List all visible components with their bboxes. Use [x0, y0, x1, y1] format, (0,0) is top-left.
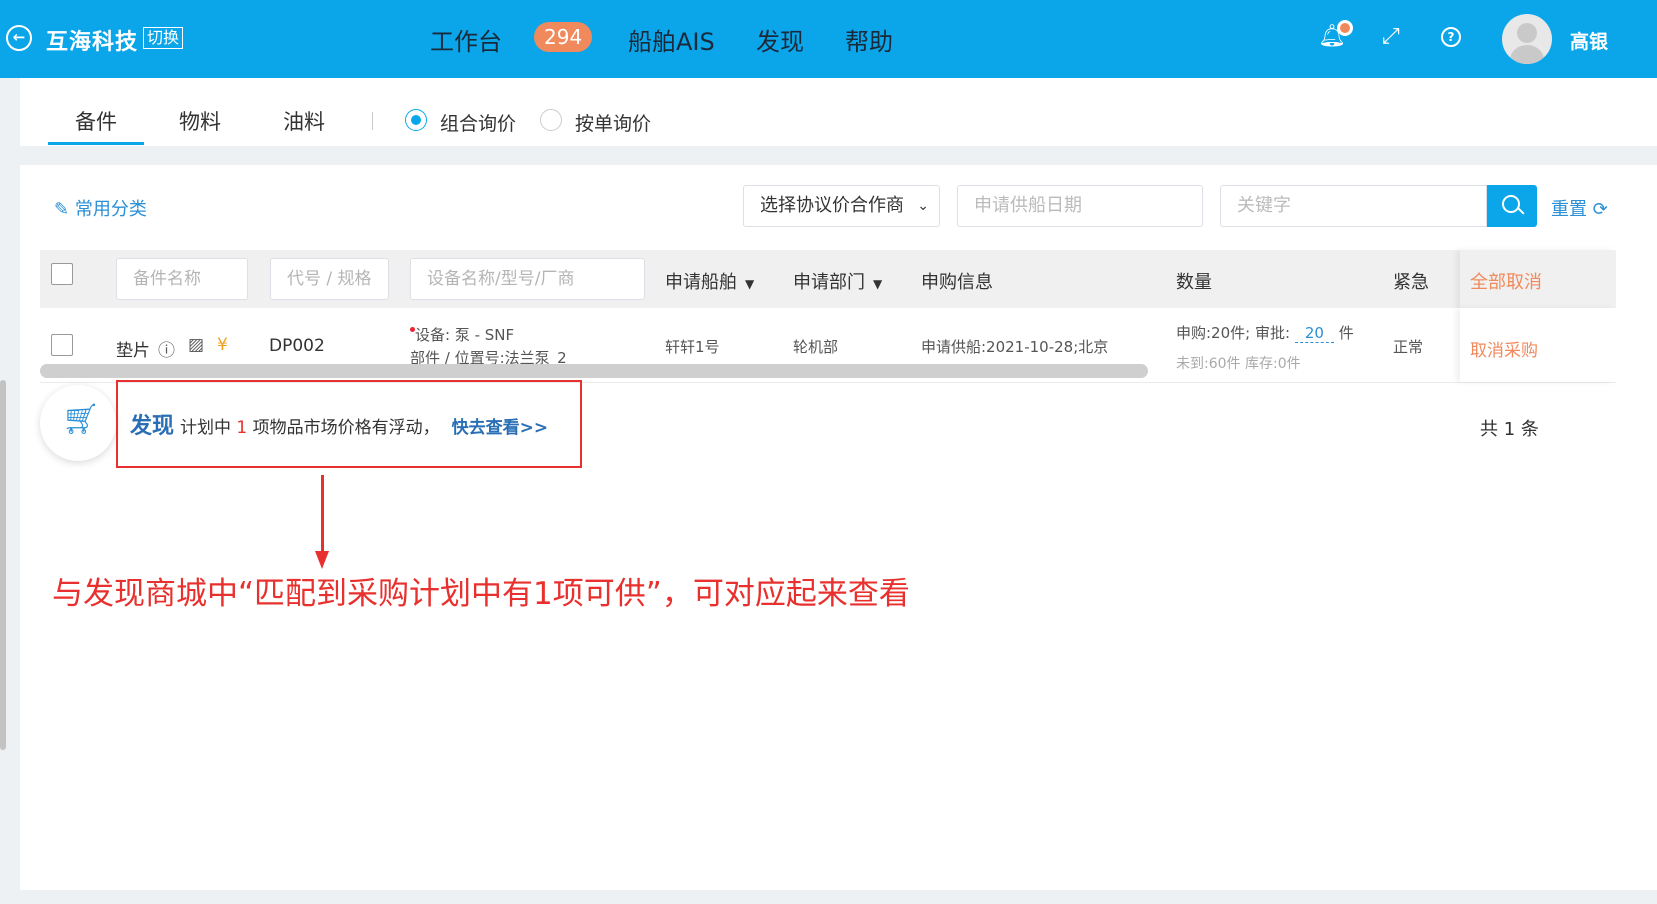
supplier-select[interactable]: 选择协议价合作商 ⌄	[743, 185, 940, 227]
equipment-text: 设备: 泵 - SNF	[415, 326, 515, 344]
caret-down-icon: ▼	[873, 277, 883, 291]
tab-materials[interactable]: 物料	[179, 106, 221, 136]
common-category-link[interactable]: ✎ 常用分类	[54, 195, 147, 221]
common-category-label: 常用分类	[74, 199, 147, 220]
fullscreen-icon[interactable]: ⤢	[1382, 24, 1400, 49]
discover-highlight-box: 发现 计划中 1 项物品市场价格有浮动， 快去查看>>	[116, 380, 582, 468]
equipment-line1: 设备: 泵 - SNF	[410, 324, 514, 345]
refresh-icon: ⟳	[1592, 199, 1608, 220]
notification-dot	[1337, 20, 1353, 36]
discover-text-after: 项物品市场价格有浮动，	[252, 418, 440, 438]
nav-discover[interactable]: 发现	[756, 22, 804, 57]
price-icon[interactable]: ¥	[217, 335, 228, 355]
reset-button[interactable]: 重置 ⟳	[1551, 195, 1608, 221]
info-icon[interactable]: ⓘ	[158, 336, 175, 361]
fixed-action-cell: 取消采购	[1460, 308, 1616, 382]
workbench-badge: 294	[534, 22, 593, 52]
annotation-arrow-head	[315, 551, 329, 569]
quantity-sub: 未到:60件 库存:0件	[1176, 356, 1301, 372]
radio-combined-inquiry[interactable]	[405, 109, 427, 131]
approved-qty-input[interactable]: 20	[1294, 324, 1334, 343]
page-scrollbar[interactable]	[0, 380, 6, 750]
tab-spare-parts[interactable]: 备件	[75, 106, 117, 136]
part-name: 垫片	[116, 341, 150, 361]
caret-down-icon: ▼	[745, 277, 755, 291]
help-icon[interactable]: ?	[1441, 27, 1461, 47]
category-tabs: 备件 物料 油料 组合询价 按单询价	[20, 78, 1657, 146]
header-urgency: 紧急	[1393, 272, 1429, 293]
active-tab-indicator	[48, 142, 144, 145]
ship-name: 轩轩1号	[665, 338, 720, 356]
discover-count: 1	[236, 418, 248, 438]
back-icon[interactable]: ←	[6, 25, 32, 51]
select-all-checkbox[interactable]	[51, 263, 73, 285]
header-ship[interactable]: 申请船舶 ▼	[665, 268, 754, 294]
cart-icon: 🛒︎	[62, 402, 101, 437]
supplier-select-value: 选择协议价合作商	[760, 195, 904, 216]
table-header: 备件名称 代号 / 规格 设备名称/型号/厂商 申请船舶 ▼ 申请部门 ▼ 申购信息…	[40, 250, 1616, 308]
header-ship-label: 申请船舶	[665, 272, 737, 293]
radio-single-label: 按单询价	[575, 113, 652, 135]
nav-help[interactable]: 帮助	[845, 22, 893, 57]
discover-message: 发现 计划中 1 项物品市场价格有浮动， 快去查看>>	[130, 408, 548, 440]
reset-label: 重置	[1551, 199, 1587, 220]
qty-prefix: 申购:20件; 审批:	[1176, 324, 1291, 342]
cancel-all-button[interactable]: 全部取消	[1470, 268, 1542, 294]
part-code: DP002	[269, 336, 325, 356]
search-button[interactable]	[1487, 185, 1537, 227]
urgency-value: 正常	[1393, 338, 1424, 356]
qty-unit: 件	[1338, 324, 1354, 342]
quantity-info: 申购:20件; 审批: 20 件	[1176, 322, 1354, 343]
discover-text-before: 计划中	[180, 418, 232, 438]
avatar[interactable]	[1502, 14, 1552, 64]
annotation-text: 与发现商城中“匹配到采购计划中有1项可供”，可对应起来查看	[52, 576, 910, 612]
switch-button[interactable]: 切换	[143, 27, 184, 49]
total-count: 共 1 条	[1480, 419, 1539, 440]
cart-button[interactable]: 🛒︎	[40, 385, 116, 461]
radio-single-inquiry[interactable]	[540, 109, 562, 131]
department: 轮机部	[793, 338, 839, 356]
divider	[372, 112, 373, 130]
header-quantity: 数量	[1176, 272, 1212, 293]
horizontal-scrollbar[interactable]	[40, 364, 1148, 378]
header-dept[interactable]: 申请部门 ▼	[793, 268, 882, 294]
header-purchase-info: 申购信息	[921, 272, 993, 293]
tab-oil[interactable]: 油料	[283, 106, 325, 136]
username[interactable]: 高银	[1570, 27, 1608, 54]
main-panel: ✎ 常用分类 选择协议价合作商 ⌄ 申请供船日期 关键字 重置 ⟳ 备件名称 代…	[20, 165, 1657, 890]
row-checkbox[interactable]	[51, 334, 73, 356]
supply-date-input[interactable]: 申请供船日期	[957, 185, 1203, 227]
keyword-input[interactable]: 关键字	[1220, 185, 1487, 227]
cancel-purchase-button[interactable]: 取消采购	[1470, 336, 1538, 361]
chevron-down-icon: ⌄	[917, 198, 929, 214]
purchase-info: 申请供船:2021-10-28;北京	[921, 338, 1109, 356]
image-icon[interactable]: ▨	[188, 335, 204, 355]
filter-part-name[interactable]: 备件名称	[116, 258, 248, 300]
fixed-action-header: 全部取消	[1460, 250, 1616, 308]
annotation-arrow	[321, 475, 324, 555]
nav-ship-ais[interactable]: 船舶AIS	[628, 22, 715, 57]
discover-link[interactable]: 快去查看>>	[452, 418, 549, 438]
filter-equipment[interactable]: 设备名称/型号/厂商	[410, 258, 645, 300]
radio-combined-label: 组合询价	[440, 113, 517, 135]
top-bar: ← 互海科技 切换 工作台 294 船舶AIS 发现 帮助 🔔︎ ⤢ ? 高银	[0, 0, 1657, 78]
edit-icon: ✎	[54, 199, 70, 220]
header-dept-label: 申请部门	[793, 272, 865, 293]
brand-name: 互海科技	[46, 30, 139, 55]
nav-workbench[interactable]: 工作台	[430, 22, 502, 57]
filter-code-spec[interactable]: 代号 / 规格	[270, 258, 389, 300]
discover-title: 发现	[130, 414, 175, 439]
